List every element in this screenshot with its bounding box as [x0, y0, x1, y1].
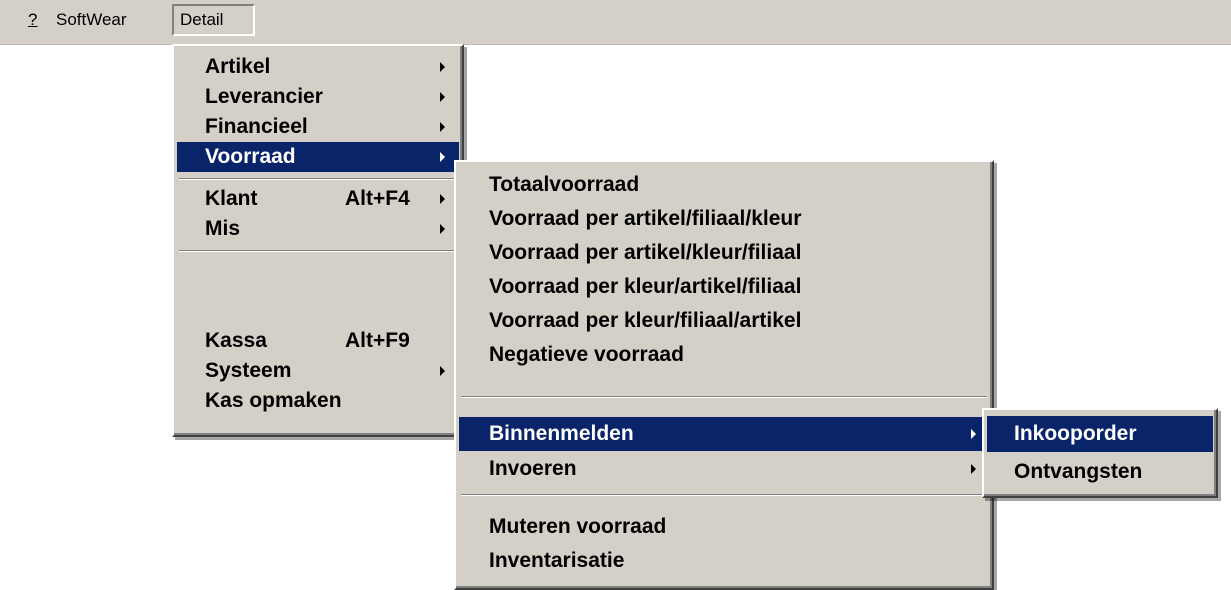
menu-item-totaalvoorraad[interactable]: Totaalvoorraad [459, 170, 989, 200]
menu-item-label: Kas opmaken [205, 389, 342, 412]
menu-item-label: Invoeren [489, 457, 577, 480]
detail-menu: Artikel Leverancier Financieel Voorraad … [172, 44, 464, 437]
submenu-arrow-icon [440, 194, 445, 204]
menu-item-label: Leverancier [205, 85, 323, 108]
menu-item-label: Inventarisatie [489, 549, 625, 572]
menu-item-klant[interactable]: Klant Alt+F4 [177, 184, 459, 214]
menu-item-systeem[interactable]: Systeem [177, 356, 459, 386]
menu-item-label: Voorraad per artikel/filiaal/kleur [489, 207, 802, 230]
menu-item-binnenmelden[interactable]: Binnenmelden [459, 417, 989, 451]
menu-item-label: Voorraad per kleur/filiaal/artikel [489, 309, 802, 332]
submenu-arrow-icon [440, 122, 445, 132]
menu-item-label: Ontvangsten [1014, 460, 1143, 483]
submenu-arrow-icon [440, 62, 445, 72]
menubar-detail-label: Detail [180, 10, 224, 29]
menu-bar: ? SoftWear Detail [0, 0, 1231, 45]
menu-item-label: Klant [205, 187, 258, 210]
menu-item-negatieve-voorraad[interactable]: Negatieve voorraad [459, 340, 989, 370]
menu-item-shortcut: Alt+F4 [345, 187, 410, 210]
menu-item-label: Totaalvoorraad [489, 173, 640, 196]
menu-item-label: Financieel [205, 115, 308, 138]
submenu-arrow-icon [440, 366, 445, 376]
voorraad-submenu: Totaalvoorraad Voorraad per artikel/fili… [454, 160, 994, 590]
menu-separator [179, 250, 457, 252]
menu-item-voorraad-artikel-filiaal-kleur[interactable]: Voorraad per artikel/filiaal/kleur [459, 204, 989, 234]
menu-item-voorraad[interactable]: Voorraad [177, 142, 459, 172]
menu-item-financieel[interactable]: Financieel [177, 112, 459, 142]
menu-item-artikel[interactable]: Artikel [177, 52, 459, 82]
menu-item-kassa[interactable]: Kassa Alt+F9 [177, 326, 459, 356]
menu-item-mis[interactable]: Mis [177, 214, 459, 244]
menu-item-label: Kassa [205, 329, 267, 352]
menu-item-label: Voorraad per artikel/kleur/filiaal [489, 241, 802, 264]
menu-item-invoeren[interactable]: Invoeren [459, 454, 989, 484]
menu-item-shortcut: Alt+F9 [345, 329, 410, 352]
menu-item-label: Systeem [205, 359, 292, 382]
submenu-arrow-icon [440, 152, 445, 162]
menu-item-inkooporder[interactable]: Inkooporder [987, 416, 1213, 452]
menu-item-label: Artikel [205, 55, 271, 78]
menu-separator [461, 396, 987, 398]
submenu-arrow-icon [971, 429, 976, 439]
menu-item-inventarisatie[interactable]: Inventarisatie [459, 546, 989, 576]
menu-item-ontvangsten[interactable]: Ontvangsten [987, 454, 1213, 490]
menubar-help-label: ? [28, 10, 38, 29]
menubar-detail[interactable]: Detail [172, 4, 255, 36]
submenu-arrow-icon [971, 464, 976, 474]
menubar-help[interactable]: ? [22, 4, 43, 36]
menu-item-voorraad-kleur-artikel-filiaal[interactable]: Voorraad per kleur/artikel/filiaal [459, 272, 989, 302]
menu-item-label: Inkooporder [1014, 422, 1137, 445]
menu-item-label: Negatieve voorraad [489, 343, 684, 366]
submenu-arrow-icon [440, 92, 445, 102]
menu-item-voorraad-artikel-kleur-filiaal[interactable]: Voorraad per artikel/kleur/filiaal [459, 238, 989, 268]
menu-item-label: Mis [205, 217, 241, 240]
menu-item-label: Voorraad [205, 145, 296, 168]
binnenmelden-submenu: Inkooporder Ontvangsten [982, 408, 1218, 498]
menu-item-kas-opmaken[interactable]: Kas opmaken [177, 386, 459, 416]
menu-item-label: Muteren voorraad [489, 515, 667, 538]
submenu-arrow-icon [440, 224, 445, 234]
menu-separator [179, 178, 457, 180]
menu-separator [461, 494, 987, 496]
menu-item-label: Voorraad per kleur/artikel/filiaal [489, 275, 802, 298]
menu-item-muteren-voorraad[interactable]: Muteren voorraad [459, 512, 989, 542]
menu-item-voorraad-kleur-filiaal-artikel[interactable]: Voorraad per kleur/filiaal/artikel [459, 306, 989, 336]
menu-item-leverancier[interactable]: Leverancier [177, 82, 459, 112]
menu-item-label: Binnenmelden [489, 422, 634, 445]
menubar-softwear[interactable]: SoftWear [50, 4, 133, 36]
menubar-softwear-label: SoftWear [56, 10, 127, 29]
